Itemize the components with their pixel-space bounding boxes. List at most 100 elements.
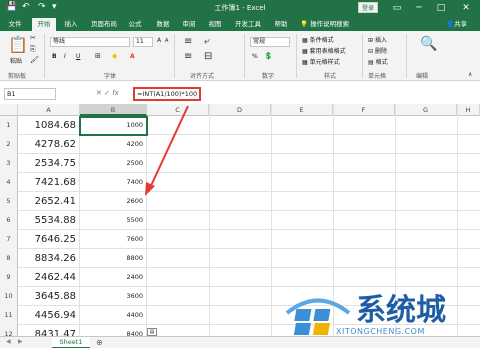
cell-b[interactable]: 8800 xyxy=(80,249,147,268)
cell-a[interactable]: 2462.44 xyxy=(18,268,80,287)
tab-home[interactable]: 开始 xyxy=(32,18,56,31)
tab-file[interactable]: 文件 xyxy=(4,18,26,31)
select-all-corner[interactable] xyxy=(0,104,18,116)
grow-font-icon[interactable]: A xyxy=(157,37,161,44)
font-color-button[interactable]: A xyxy=(130,53,135,60)
format-cells-button[interactable]: ▤ 格式 xyxy=(368,57,388,66)
insert-cells-button[interactable]: ⊞ 插入 xyxy=(368,35,387,44)
tab-data[interactable]: 数据 xyxy=(152,18,174,31)
row-header[interactable]: 10 xyxy=(0,287,18,306)
fx-icon[interactable]: fx xyxy=(112,89,119,97)
cell-b[interactable]: 4200 xyxy=(80,135,147,154)
tab-help[interactable]: 帮助 xyxy=(270,18,292,31)
cell-b[interactable]: 2400 xyxy=(80,268,147,287)
tab-page-layout[interactable]: 页面布局 xyxy=(86,18,122,31)
conditional-format-button[interactable]: ▦ 条件格式 xyxy=(302,35,334,44)
cell-b[interactable]: 2500 xyxy=(80,154,147,173)
row-header[interactable]: 1 xyxy=(0,116,18,135)
maximize-button[interactable]: □ xyxy=(430,1,452,15)
name-box[interactable]: B1 xyxy=(4,88,56,100)
tab-insert[interactable]: 插入 xyxy=(60,18,82,31)
col-header-h[interactable]: H xyxy=(457,104,480,116)
col-header-g[interactable]: G xyxy=(395,104,457,116)
cell-b[interactable]: 2600 xyxy=(80,192,147,211)
cut-icon[interactable]: ✂ xyxy=(30,34,36,42)
row-header[interactable]: 9 xyxy=(0,268,18,287)
tab-review[interactable]: 审阅 xyxy=(178,18,200,31)
col-header-b[interactable]: B xyxy=(80,104,147,116)
paste-icon[interactable]: 📋 xyxy=(8,35,28,54)
tab-view[interactable]: 视图 xyxy=(204,18,226,31)
cell-b[interactable]: 4400 xyxy=(80,306,147,325)
format-painter-icon[interactable]: 🖌 xyxy=(30,56,39,64)
login-button[interactable]: 登录 xyxy=(358,2,378,13)
collapse-ribbon-icon[interactable]: ∧ xyxy=(468,71,472,78)
percent-button[interactable]: % xyxy=(252,53,258,60)
row-header[interactable]: 8 xyxy=(0,249,18,268)
row-header[interactable]: 4 xyxy=(0,173,18,192)
quick-analysis-icon[interactable]: ▤ xyxy=(147,328,157,336)
cell-styles-button[interactable]: ▦ 单元格样式 xyxy=(302,57,340,66)
tell-me-search[interactable]: 💡 操作说明搜索 xyxy=(300,18,349,30)
cell-a[interactable]: 4278.62 xyxy=(18,135,80,154)
enter-icon[interactable]: ✓ xyxy=(104,89,112,97)
row-header[interactable]: 2 xyxy=(0,135,18,154)
col-header-a[interactable]: A xyxy=(18,104,80,116)
row-header[interactable]: 6 xyxy=(0,211,18,230)
row-header[interactable]: 7 xyxy=(0,230,18,249)
editing-icon[interactable]: 🔍 xyxy=(420,36,437,52)
border-icon[interactable]: ⊞ xyxy=(95,52,101,60)
tab-developer[interactable]: 开发工具 xyxy=(230,18,266,31)
merge-icon[interactable]: ⊟ xyxy=(204,51,212,62)
number-format-select[interactable]: 常规 xyxy=(250,37,290,47)
cell-a[interactable]: 2534.75 xyxy=(18,154,80,173)
align-top-icon[interactable]: ≡ xyxy=(184,36,192,47)
row-header[interactable]: 5 xyxy=(0,192,18,211)
align-left-icon[interactable]: ≡ xyxy=(184,51,192,62)
share-button[interactable]: 👤共享 xyxy=(446,18,467,30)
font-size-select[interactable]: 11 xyxy=(133,37,153,47)
minimize-button[interactable]: ─ xyxy=(408,1,430,15)
cell-b[interactable]: 7600 xyxy=(80,230,147,249)
italic-button[interactable]: I xyxy=(64,53,66,60)
bold-button[interactable]: B xyxy=(52,53,57,60)
cell-a[interactable]: 7421.68 xyxy=(18,173,80,192)
currency-icon[interactable]: 💲 xyxy=(264,52,273,60)
cell-a[interactable]: 2652.41 xyxy=(18,192,80,211)
cell-a[interactable]: 3645.88 xyxy=(18,287,80,306)
col-header-f[interactable]: F xyxy=(333,104,395,116)
tab-formulas[interactable]: 公式 xyxy=(124,18,146,31)
scroll-right-icon[interactable]: ▶ xyxy=(18,338,23,345)
cell-a[interactable]: 8431.47 xyxy=(18,325,80,336)
paste-label[interactable]: 粘贴 xyxy=(10,56,22,65)
close-button[interactable]: ✕ xyxy=(455,1,477,15)
cell-b[interactable]: 7400 xyxy=(80,173,147,192)
cell-a[interactable]: 5534.88 xyxy=(18,211,80,230)
font-name-select[interactable]: 等线 xyxy=(50,37,130,47)
cancel-icon[interactable]: ✕ xyxy=(96,89,102,97)
add-sheet-icon[interactable]: ⊕ xyxy=(96,338,103,347)
cell-a[interactable]: 7646.25 xyxy=(18,230,80,249)
row-header[interactable]: 3 xyxy=(0,154,18,173)
underline-button[interactable]: U xyxy=(76,53,80,60)
copy-icon[interactable]: ⎘ xyxy=(30,45,36,54)
delete-cells-button[interactable]: ⊟ 删除 xyxy=(368,46,387,55)
cell-a[interactable]: 1084.68 xyxy=(18,116,80,135)
cell-a[interactable]: 8834.26 xyxy=(18,249,80,268)
col-header-e[interactable]: E xyxy=(271,104,333,116)
cell-b[interactable]: 3600 xyxy=(80,287,147,306)
format-as-table-button[interactable]: ▦ 套用表格格式 xyxy=(302,46,346,55)
fill-color-icon[interactable]: ◆ xyxy=(112,52,117,60)
row-header[interactable]: 11 xyxy=(0,306,18,325)
ribbon-display-icon[interactable]: ▭ xyxy=(386,1,408,15)
cell-b[interactable]: 8400 xyxy=(80,325,147,336)
col-header-d[interactable]: D xyxy=(209,104,271,116)
row-header[interactable]: 12 xyxy=(0,325,18,336)
cell-b[interactable]: 5500 xyxy=(80,211,147,230)
scroll-left-icon[interactable]: ◀ xyxy=(6,338,11,345)
formula-input[interactable]: =INT(A1/100)*100 xyxy=(133,87,201,101)
sheet-tab-sheet1[interactable]: Sheet1 xyxy=(52,337,90,348)
cell-a[interactable]: 4456.94 xyxy=(18,306,80,325)
wrap-text-icon[interactable]: ⤶ xyxy=(204,36,210,47)
shrink-font-icon[interactable]: A xyxy=(165,38,168,44)
